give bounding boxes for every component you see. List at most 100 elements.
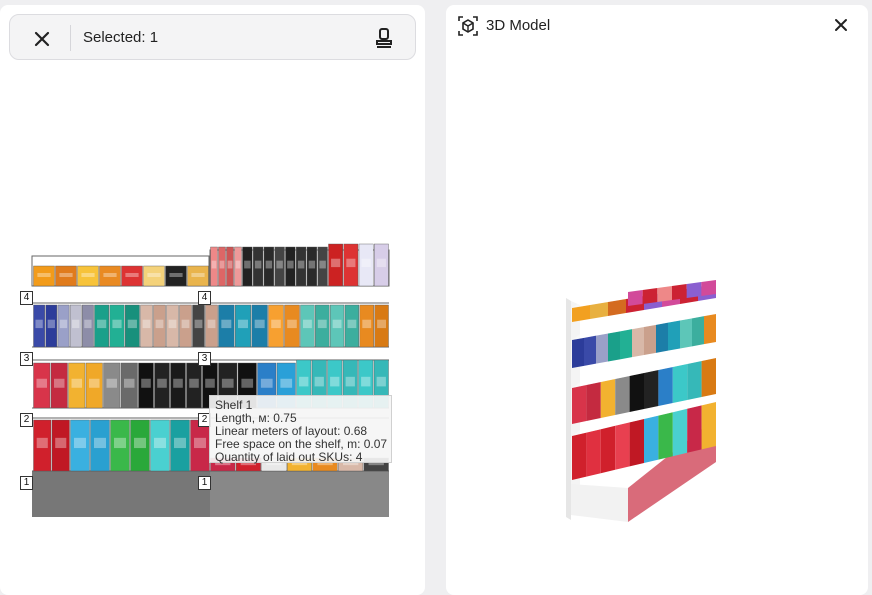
product-label-strip	[55, 437, 67, 449]
shelf-base-left	[32, 471, 210, 517]
product-label-strip	[89, 378, 100, 388]
model-product-block	[687, 405, 702, 453]
product-label-strip	[168, 319, 177, 329]
model-product-block	[672, 408, 688, 457]
product-label-strip	[191, 273, 205, 277]
product-label-strip	[319, 260, 326, 269]
model-product-block	[608, 331, 620, 362]
product-label-strip	[219, 260, 225, 269]
model-product-block	[686, 282, 702, 298]
model-product-block	[701, 280, 716, 296]
product-label-strip	[35, 319, 43, 329]
product-label-strip	[84, 319, 92, 329]
product-label-strip	[377, 319, 387, 329]
product-label-strip	[94, 437, 106, 449]
product-label-strip	[127, 319, 137, 329]
product-label-strip	[238, 319, 248, 329]
shelf-number-right-4: 4	[198, 291, 211, 305]
shelf-number-left-2: 2	[20, 413, 33, 427]
model-product-block	[668, 320, 680, 351]
model-product-block	[620, 329, 632, 360]
model-product-block	[644, 324, 656, 355]
product-label-strip	[221, 319, 232, 329]
model-product-block	[701, 358, 716, 397]
product-label-strip	[221, 378, 234, 388]
product-label-strip	[317, 319, 327, 329]
product-label-strip	[280, 378, 293, 388]
model-product-block	[615, 422, 630, 470]
product-label-strip	[276, 260, 283, 269]
product-label-strip	[227, 260, 233, 269]
model-product-block	[628, 290, 643, 306]
shelf-number-right-3: 3	[198, 352, 211, 366]
model-product-block	[644, 415, 659, 463]
product-label-strip	[347, 319, 357, 329]
model-product-block	[704, 314, 716, 345]
product-label-strip	[112, 319, 122, 329]
product-label-strip	[142, 319, 151, 329]
model-product-block	[596, 333, 608, 364]
product-label-strip	[54, 378, 65, 388]
model-product-block	[642, 288, 658, 304]
product-label-strip	[297, 260, 305, 269]
product-label-strip	[332, 319, 342, 329]
product-label-strip	[155, 319, 164, 329]
product-label-strip	[241, 378, 254, 388]
product-label-strip	[141, 378, 151, 388]
model-product-block	[701, 402, 716, 450]
product-label-strip	[174, 437, 186, 449]
product-label-strip	[36, 437, 48, 449]
product-label-strip	[81, 273, 95, 277]
model-product-block	[572, 337, 584, 368]
product-label-strip	[173, 378, 183, 388]
product-label-strip	[147, 273, 161, 277]
product-label-strip	[235, 260, 241, 269]
product-label-strip	[169, 273, 183, 277]
product-label-strip	[287, 260, 294, 269]
product-label-strip	[72, 319, 80, 329]
model-product-block	[644, 370, 659, 409]
product-label-strip	[376, 258, 386, 268]
product-label-strip	[74, 437, 86, 449]
product-label-strip	[194, 319, 203, 329]
product-label-strip	[59, 319, 68, 329]
product-label-strip	[181, 319, 190, 329]
product-label-strip	[154, 437, 166, 449]
product-label-strip	[299, 376, 309, 387]
rack-side-edge	[566, 298, 571, 520]
product-label-strip	[362, 319, 372, 329]
product-label-strip	[260, 378, 273, 388]
planogram-view[interactable]	[0, 5, 425, 590]
3d-model-view[interactable]	[446, 5, 868, 590]
model-product-block	[672, 284, 687, 300]
model-product-block	[629, 373, 644, 412]
model-product-block	[629, 419, 644, 467]
model-product-block	[586, 429, 601, 477]
product-label-strip	[345, 376, 355, 387]
model-product-block	[572, 432, 587, 480]
product-label-strip	[346, 258, 356, 268]
model-product-block	[572, 385, 587, 424]
product-label-strip	[314, 376, 324, 387]
product-label-strip	[207, 319, 216, 329]
product-label-strip	[36, 378, 47, 388]
model-product-block	[672, 364, 688, 403]
product-label-strip	[71, 378, 82, 388]
model-product-block	[600, 379, 616, 418]
model-product-block	[656, 322, 668, 353]
model-product-block	[658, 367, 673, 406]
shelf-base-right	[210, 471, 389, 517]
model-product-block	[615, 376, 630, 415]
product-label-strip	[124, 378, 135, 388]
product-label-strip	[106, 378, 117, 388]
product-label-strip	[254, 319, 265, 329]
model-product-block	[657, 286, 672, 302]
product-label-strip	[211, 260, 217, 269]
product-label-strip	[287, 319, 297, 329]
product-label-strip	[189, 378, 199, 388]
product-label-strip	[331, 258, 341, 268]
shelf-number-left-1: 1	[20, 476, 33, 490]
model-product-block	[632, 327, 644, 358]
product-label-strip	[205, 378, 215, 388]
product-label-strip	[308, 260, 316, 269]
